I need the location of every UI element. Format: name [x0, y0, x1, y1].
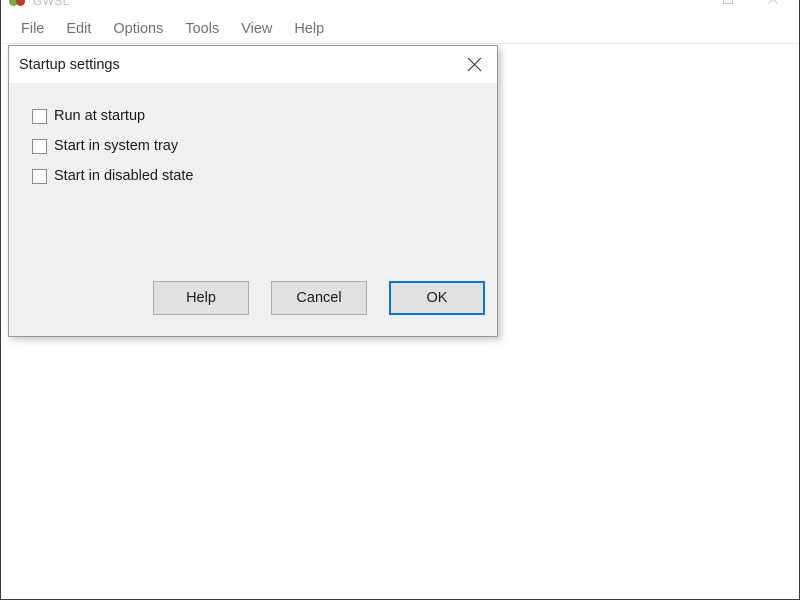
close-icon [767, 0, 778, 4]
checkbox-label: Start in system tray [54, 138, 179, 154]
close-button[interactable] [750, 0, 795, 8]
menu-item-help[interactable]: Help [283, 18, 335, 40]
menu-item-edit[interactable]: Edit [55, 18, 102, 40]
close-icon [467, 57, 481, 72]
window-controls [660, 0, 795, 8]
window-title-bar[interactable]: GWSL [1, 0, 799, 14]
checkbox-start-in-system-tray[interactable]: Start in system tray [32, 131, 193, 161]
dialog-body: Run at startup Start in system tray Star… [9, 83, 497, 336]
menu-item-tools[interactable]: Tools [174, 18, 230, 40]
checkbox-run-at-startup[interactable]: Run at startup [32, 101, 193, 131]
maximize-icon [722, 0, 733, 4]
minimize-button[interactable] [660, 0, 705, 8]
ok-button[interactable]: OK [389, 281, 485, 315]
help-button[interactable]: Help [153, 281, 249, 315]
startup-settings-dialog: Startup settings Run at startup Start in… [8, 45, 498, 337]
screen: GWSL File Edit Options Tools View Help S… [0, 0, 800, 600]
checkbox-label: Run at startup [54, 108, 146, 124]
checkbox-box-icon[interactable] [32, 168, 47, 184]
checkbox-box-icon[interactable] [32, 108, 47, 124]
menu-item-file[interactable]: File [10, 18, 55, 40]
maximize-button[interactable] [705, 0, 750, 8]
dialog-title-bar[interactable]: Startup settings [9, 46, 497, 83]
dialog-title: Startup settings [19, 56, 120, 73]
checkbox-label: Start in disabled state [54, 168, 194, 184]
window-title: GWSL [33, 0, 70, 8]
checkbox-box-icon[interactable] [32, 138, 47, 154]
dialog-button-row: Help Cancel OK [9, 281, 497, 315]
dialog-close-button[interactable] [451, 46, 497, 83]
window-title-group: GWSL [9, 0, 70, 10]
menu-item-options[interactable]: Options [102, 18, 174, 40]
traffic-light-icon [9, 0, 27, 10]
checkbox-start-in-disabled-state[interactable]: Start in disabled state [32, 161, 193, 191]
menu-bar: File Edit Options Tools View Help [2, 14, 799, 43]
cancel-button[interactable]: Cancel [271, 281, 367, 315]
menu-item-view[interactable]: View [230, 18, 283, 40]
startup-options-group: Run at startup Start in system tray Star… [32, 101, 193, 191]
